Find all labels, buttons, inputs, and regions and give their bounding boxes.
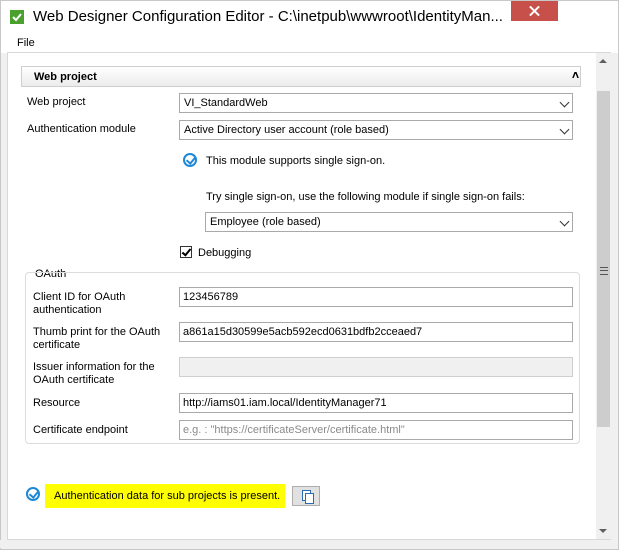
resource-value: http://iams01.iam.local/IdentityManager7… — [183, 397, 387, 409]
web-project-value: VI_StandardWeb — [184, 97, 268, 109]
resource-label: Resource — [33, 397, 81, 409]
auth-module-select[interactable]: Active Directory user account (role base… — [179, 120, 573, 140]
scroll-up-icon[interactable] — [599, 59, 607, 63]
app-icon — [10, 10, 24, 24]
menu-bar: File — [1, 33, 618, 53]
window-title: Web Designer Configuration Editor - C:\i… — [33, 8, 503, 25]
resource-input[interactable]: http://iams01.iam.local/IdentityManager7… — [179, 393, 573, 413]
cert-endpoint-input[interactable]: e.g. : "https://certificateServer/certif… — [179, 420, 573, 440]
issuer-input — [179, 357, 573, 377]
client-id-value: 123456789 — [183, 291, 239, 303]
status-strip — [0, 540, 617, 548]
sso-fallback-select[interactable]: Employee (role based) — [205, 212, 573, 232]
sso-fallback-label: Try single sign-on, use the following mo… — [206, 191, 525, 203]
check-circle-icon — [183, 153, 197, 167]
subprojects-status-text: Authentication data for sub projects is … — [54, 490, 281, 502]
chevron-down-icon — [559, 97, 570, 108]
copy-button[interactable] — [292, 486, 320, 506]
section-title: Web project — [34, 71, 97, 83]
thumbprint-value: a861a15d30599e5acb592ecd0631bdfb2cceaed7 — [183, 326, 423, 338]
issuer-label: Issuer information for the OAuth certifi… — [33, 361, 155, 386]
auth-module-label: Authentication module — [27, 123, 136, 135]
client-id-input[interactable]: 123456789 — [179, 287, 573, 307]
section-header-web-project[interactable]: Web project ˄˄ — [21, 66, 581, 87]
auth-module-value: Active Directory user account (role base… — [184, 124, 389, 136]
chevron-down-icon — [559, 124, 570, 135]
scroll-down-icon[interactable] — [599, 529, 607, 533]
web-project-select[interactable]: VI_StandardWeb — [179, 93, 573, 113]
grip-icon — [600, 267, 608, 275]
scrollbar-thumb[interactable] — [597, 91, 610, 427]
menu-file[interactable]: File — [17, 37, 35, 49]
copy-icon-front — [305, 493, 314, 504]
thumbprint-input[interactable]: a861a15d30599e5acb592ecd0631bdfb2cceaed7 — [179, 322, 573, 342]
cert-endpoint-label: Certificate endpoint — [33, 424, 128, 436]
subprojects-status-highlight: Authentication data for sub projects is … — [45, 484, 285, 508]
debugging-label[interactable]: Debugging — [198, 247, 251, 259]
check-circle-icon — [26, 487, 40, 501]
vertical-scrollbar[interactable] — [596, 53, 611, 539]
debugging-checkbox[interactable] — [180, 246, 192, 258]
close-button[interactable] — [511, 1, 558, 21]
web-project-label: Web project — [27, 96, 86, 108]
cert-endpoint-placeholder: e.g. : "https://certificateServer/certif… — [183, 424, 405, 436]
sso-supported-text: This module supports single sign-on. — [206, 155, 386, 167]
thumbprint-label: Thumb print for the OAuth certificate — [33, 326, 161, 351]
title-bar[interactable]: Web Designer Configuration Editor - C:\i… — [1, 1, 618, 33]
chevron-down-icon — [559, 216, 570, 227]
sso-fallback-value: Employee (role based) — [210, 216, 321, 228]
client-id-label: Client ID for OAuth authentication — [33, 291, 126, 316]
